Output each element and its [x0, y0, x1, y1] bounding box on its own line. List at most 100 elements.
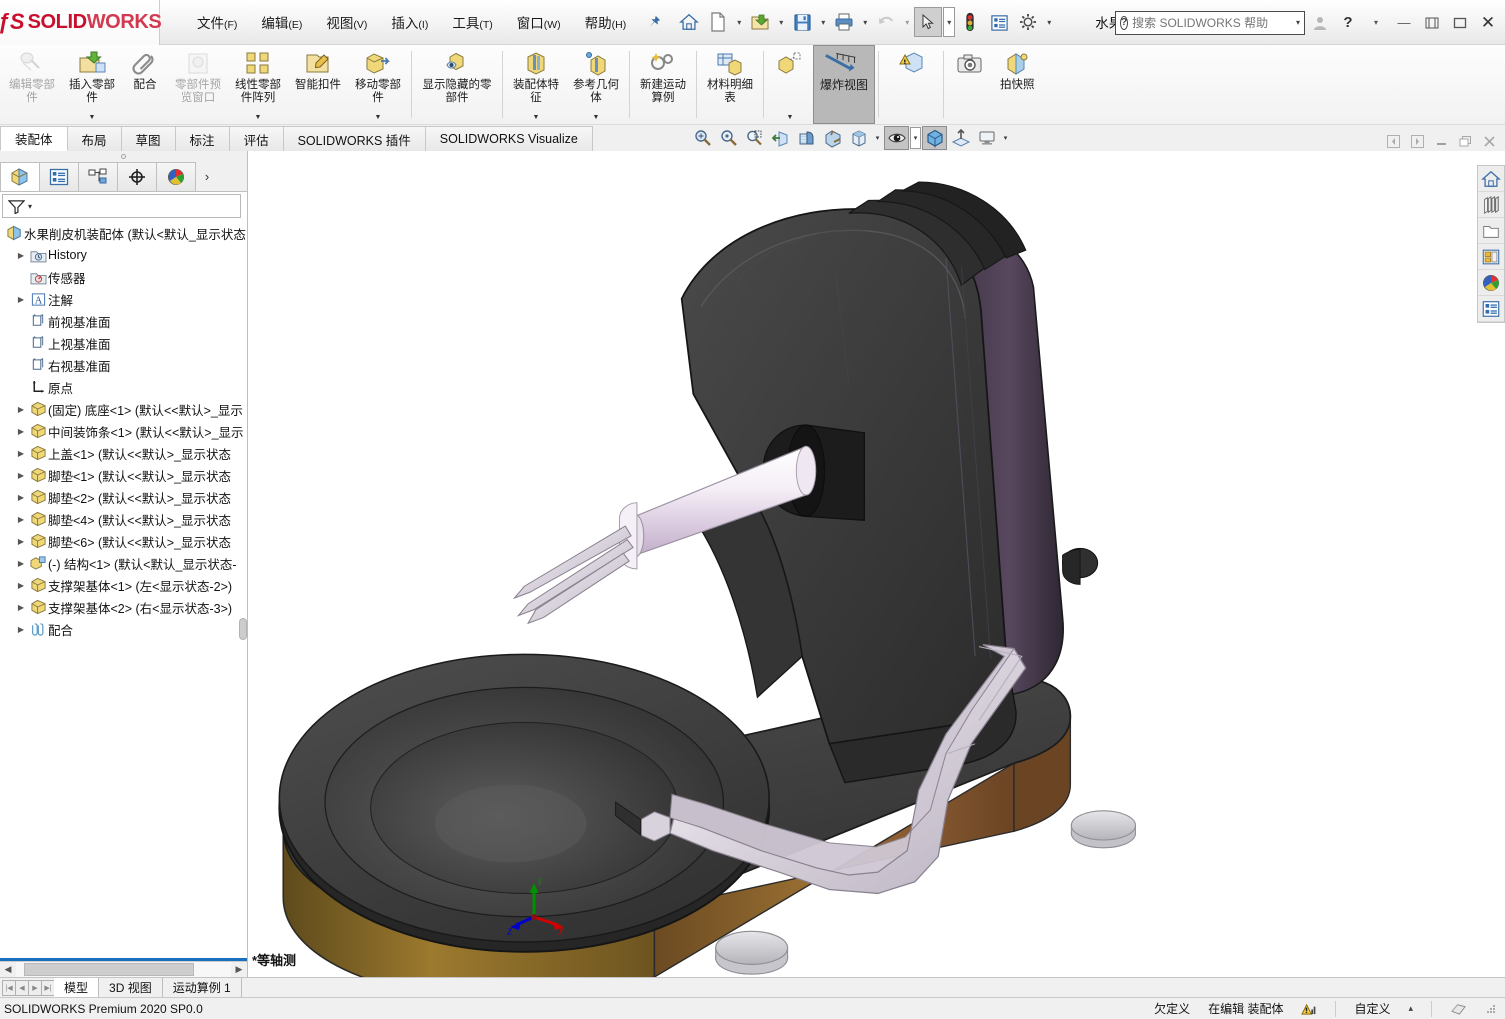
expand-arrow-icon[interactable]: ▶ [14, 449, 28, 458]
display-style-icon[interactable] [846, 126, 871, 150]
search-caret-icon[interactable]: ▾ [1296, 18, 1300, 27]
file-properties-icon[interactable] [985, 7, 1013, 37]
dropdown-caret-icon[interactable]: ▼ [593, 114, 600, 123]
tab-evaluate[interactable]: 评估 [228, 126, 284, 151]
menu-window[interactable]: 窗口(W) [506, 8, 572, 36]
zoom-to-area-icon[interactable] [716, 126, 741, 150]
ribbon-new-motion-study[interactable]: 新建运动算例 [633, 45, 693, 124]
menu-tools[interactable]: 工具(T) [441, 8, 503, 36]
custom-properties-icon[interactable] [1478, 296, 1504, 322]
expand-arrow-icon[interactable]: ▶ [14, 515, 28, 524]
menu-help[interactable]: 帮助(H) [574, 8, 638, 36]
tree-node-part-foot-2[interactable]: ▶ 脚垫<2> (默认<<默认>_显示状态 [0, 486, 247, 508]
rebuild-status-icon[interactable] [1301, 1001, 1317, 1016]
search-icon[interactable] [1291, 15, 1292, 31]
ribbon-show-hidden-components[interactable]: 显示隐藏的零部件 [415, 45, 499, 124]
expand-arrow-icon[interactable]: ▶ [14, 559, 28, 568]
zoom-to-fit-icon[interactable] [690, 126, 715, 150]
undo-icon[interactable] [872, 7, 900, 37]
first-tab-icon[interactable]: |◀ [2, 979, 16, 996]
ribbon-update-speedpak[interactable] [882, 45, 940, 124]
menu-insert[interactable]: 插入(I) [380, 8, 439, 36]
document-restore-icon[interactable] [1457, 133, 1473, 149]
next-tab-icon[interactable]: ▶ [28, 979, 42, 996]
options-gear-icon[interactable] [1014, 7, 1042, 37]
dimxpert-manager-tab[interactable] [117, 162, 157, 191]
tree-node-right-plane[interactable]: 右视基准面 [0, 354, 247, 376]
help-button[interactable]: ? [1335, 9, 1361, 37]
tree-node-origin[interactable]: 原点 [0, 376, 247, 398]
tree-node-part-cover[interactable]: ▶ 上盖<1> (默认<<默认>_显示状态 [0, 442, 247, 464]
file-explorer-icon[interactable] [1478, 218, 1504, 244]
view-orientation-icon[interactable] [820, 126, 845, 150]
pin-icon[interactable] [647, 15, 661, 29]
tab-markup[interactable]: 标注 [174, 126, 230, 151]
ribbon-linear-component-pattern[interactable]: 线性零部件阵列 ▼ [228, 45, 288, 124]
maximize-button[interactable] [1447, 9, 1473, 37]
status-custom-caret-icon[interactable]: ▴ [1408, 1003, 1413, 1014]
ribbon-large-assembly-settings[interactable]: 拍快照 [993, 45, 1042, 124]
status-overlay-icon[interactable] [1450, 1001, 1467, 1016]
expand-arrow-icon[interactable]: ▶ [14, 625, 28, 634]
fruit-peeler-assembly-model[interactable] [248, 151, 1505, 977]
expand-arrow-icon[interactable]: ▶ [14, 471, 28, 480]
hide-show-items-caret-icon[interactable]: ▾ [910, 127, 921, 149]
tree-node-annotations[interactable]: ▶ A 注解 [0, 288, 247, 310]
tree-filter-row[interactable]: ▾ [2, 194, 241, 218]
bottom-tab-3d-views[interactable]: 3D 视图 [99, 978, 163, 997]
display-style-caret-icon[interactable]: ▾ [872, 126, 883, 150]
property-manager-tab[interactable] [39, 162, 79, 191]
new-document-icon[interactable] [704, 7, 732, 37]
dropdown-caret-icon[interactable]: ▼ [533, 114, 540, 123]
tab-assembly[interactable]: 装配体 [0, 126, 68, 151]
previous-view-icon[interactable] [768, 126, 793, 150]
expand-arrow-icon[interactable]: ▶ [14, 405, 28, 414]
previous-tab-icon[interactable]: ◀ [15, 979, 29, 996]
design-library-icon[interactable] [1478, 192, 1504, 218]
menu-file[interactable]: 文件(F) [186, 8, 248, 36]
tree-node-history[interactable]: ▶ History [0, 244, 247, 266]
ribbon-smart-fastener[interactable]: 智能扣件 [288, 45, 348, 124]
account-icon[interactable] [1307, 9, 1333, 37]
ribbon-reference-geometry[interactable]: 参考几何体 ▼ [566, 45, 626, 124]
tab-solidworks-visualize[interactable]: SOLIDWORKS Visualize [424, 126, 593, 151]
print-caret-icon[interactable]: ▾ [859, 7, 871, 37]
rebuild-traffic-light-icon[interactable] [956, 7, 984, 37]
tree-node-part-bracket-1[interactable]: ▶ 支撑架基体<1> (左<显示状态-2>) [0, 574, 247, 596]
options-caret-icon[interactable]: ▾ [1043, 7, 1055, 37]
tree-node-part-trim[interactable]: ▶ 中间装饰条<1> (默认<<默认>_显示 [0, 420, 247, 442]
menu-view[interactable]: 视图(V) [315, 8, 378, 36]
filter-caret-icon[interactable]: ▾ [28, 202, 32, 211]
print-icon[interactable] [830, 7, 858, 37]
view-settings-icon[interactable] [974, 126, 999, 150]
tree-node-sensors[interactable]: 传感器 [0, 266, 247, 288]
tree-node-part-base[interactable]: ▶ (固定) 底座<1> (默认<<默认>_显示 [0, 398, 247, 420]
tree-node-front-plane[interactable]: 前视基准面 [0, 310, 247, 332]
help-caret-icon[interactable]: ▾ [1363, 9, 1389, 37]
tree-tabs-more-icon[interactable]: › [195, 162, 219, 191]
tree-node-part-foot-4[interactable]: ▶ 脚垫<4> (默认<<默认>_显示状态 [0, 508, 247, 530]
search-input[interactable] [1132, 15, 1288, 30]
ribbon-component-preview[interactable]: 零部件预览窗口 [168, 45, 228, 124]
ribbon-move-component[interactable]: 移动零部件 ▼ [348, 45, 408, 124]
ribbon-take-snapshot[interactable] [947, 45, 993, 124]
dropdown-caret-icon[interactable]: ▼ [375, 114, 382, 123]
open-document-icon[interactable] [746, 7, 774, 37]
scene-icon[interactable] [948, 126, 973, 150]
home-icon[interactable] [675, 7, 703, 37]
ribbon-exploded-view[interactable]: ▼ [767, 45, 813, 124]
zoom-in-out-icon[interactable] [742, 126, 767, 150]
ribbon-bill-of-materials[interactable]: 材料明细表 [700, 45, 760, 124]
view-palette-home-icon[interactable] [1478, 166, 1504, 192]
expand-arrow-icon[interactable]: ▶ [14, 581, 28, 590]
tab-layout[interactable]: 布局 [66, 126, 122, 151]
appearances-icon[interactable] [922, 126, 947, 150]
new-document-caret-icon[interactable]: ▾ [733, 7, 745, 37]
scroll-left-icon[interactable]: ◀ [0, 962, 16, 977]
close-button[interactable]: ✕ [1475, 9, 1501, 37]
minimize-button[interactable]: — [1391, 9, 1417, 37]
expand-arrow-icon[interactable]: ▶ [14, 493, 28, 502]
last-tab-icon[interactable]: ▶| [41, 979, 55, 996]
previous-document-icon[interactable] [1385, 133, 1401, 149]
panel-grip[interactable] [0, 151, 247, 162]
